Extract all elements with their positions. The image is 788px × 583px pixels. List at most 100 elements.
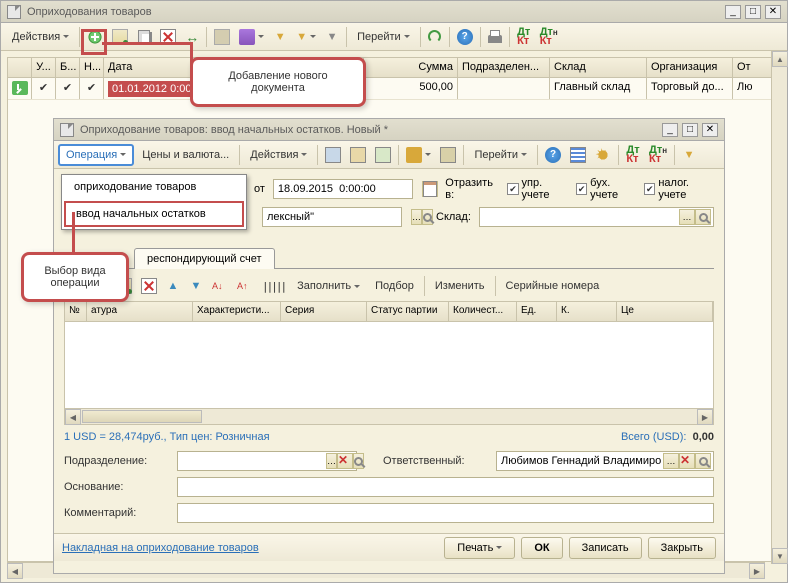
filter-tool-2[interactable]: ▼	[292, 26, 320, 48]
podr-field[interactable]: …	[177, 451, 357, 471]
barcode[interactable]: |||||	[258, 275, 289, 297]
comm-input[interactable]	[180, 507, 711, 519]
list-button[interactable]	[566, 144, 590, 166]
chk-nalog[interactable]: ✔налог. учете	[644, 177, 714, 201]
org-dots[interactable]: …	[411, 209, 422, 225]
osn-input[interactable]	[180, 481, 711, 493]
tool-3[interactable]	[371, 144, 395, 166]
fill-menu[interactable]: Заполнить	[290, 275, 367, 297]
operation-menu[interactable]: Операция	[58, 144, 134, 166]
print-menu[interactable]: Печать	[444, 537, 515, 559]
dcol-ce[interactable]: Це	[617, 302, 713, 321]
tool-1[interactable]	[321, 144, 345, 166]
outer-vscroll[interactable]: ▲ ▼	[771, 51, 787, 564]
dcol-ed[interactable]: Ед.	[517, 302, 557, 321]
refresh-button[interactable]	[424, 26, 446, 48]
close-doc-button[interactable]: Закрыть	[648, 537, 716, 559]
podr-dots[interactable]: …	[326, 453, 337, 469]
dcol-n[interactable]: №	[65, 302, 87, 321]
clear-filter[interactable]: ▼	[321, 26, 343, 48]
resp-field[interactable]: …	[496, 451, 714, 471]
dtkt-button[interactable]: ДтКт	[513, 26, 535, 48]
tool-2[interactable]	[346, 144, 370, 166]
detail-body[interactable]	[65, 322, 713, 408]
col-org[interactable]: Организация	[647, 58, 733, 77]
inner-help-button[interactable]	[541, 144, 565, 166]
actions-menu[interactable]: Действия	[5, 26, 76, 48]
print-form-link[interactable]: Накладная на оприходование товаров	[62, 542, 259, 554]
dcol-char[interactable]: Характеристи...	[193, 302, 281, 321]
col-sum[interactable]: Сумма	[364, 58, 458, 77]
sklad-dots[interactable]: …	[679, 209, 695, 225]
sklad-input[interactable]	[482, 211, 679, 223]
tool-a[interactable]	[210, 26, 234, 48]
sklad-find[interactable]	[695, 209, 711, 225]
sort-desc[interactable]: A↑	[233, 275, 257, 297]
maximize-button[interactable]: □	[745, 5, 761, 19]
podr-input[interactable]	[180, 455, 326, 467]
col-b[interactable]: Б...	[56, 58, 80, 77]
org-input[interactable]	[265, 211, 411, 223]
goto-menu[interactable]: Перейти	[350, 26, 417, 48]
calendar-button[interactable]	[422, 181, 438, 197]
gear-button[interactable]	[591, 144, 615, 166]
col-u[interactable]: У...	[32, 58, 56, 77]
podr-clear[interactable]	[337, 453, 353, 469]
chk-bukh[interactable]: ✔бух. учете	[576, 177, 636, 201]
detail-scroll-right[interactable]: ▶	[697, 409, 713, 425]
dcol-stat[interactable]: Статус партии	[367, 302, 449, 321]
prices-button[interactable]: Цены и валюта...	[135, 144, 236, 166]
row-del[interactable]	[137, 275, 161, 297]
maximize-button[interactable]: □	[682, 123, 698, 137]
col-sklad[interactable]: Склад	[550, 58, 647, 77]
serial-button[interactable]: Серийные номера	[499, 275, 607, 297]
osn-field[interactable]	[177, 477, 714, 497]
save-button[interactable]: Записать	[569, 537, 642, 559]
menu-item-vvod[interactable]: ввод начальных остатков	[64, 201, 244, 227]
row-down[interactable]: ▼	[185, 275, 207, 297]
col-icon[interactable]	[8, 58, 32, 77]
dcol-k[interactable]: К.	[557, 302, 617, 321]
date-field[interactable]	[273, 179, 413, 199]
menu-item-oprih[interactable]: оприходование товаров	[62, 175, 246, 199]
print-outer-button[interactable]	[484, 26, 506, 48]
minimize-button[interactable]: _	[662, 123, 678, 137]
close-button[interactable]: ✕	[765, 5, 781, 19]
detail-scroll-left[interactable]: ◀	[65, 409, 81, 425]
tool-5[interactable]	[436, 144, 460, 166]
resp-clear[interactable]	[679, 453, 695, 469]
col-n[interactable]: Н...	[80, 58, 104, 77]
help-button[interactable]	[453, 26, 477, 48]
resp-find[interactable]	[695, 453, 711, 469]
sklad-field[interactable]: …	[479, 207, 714, 227]
filter-tool[interactable]: ▼	[269, 26, 291, 48]
org-find[interactable]	[422, 209, 433, 225]
org-field[interactable]: …	[262, 207, 402, 227]
dtkt-nal-button[interactable]: ДтнКт	[536, 26, 562, 48]
inner-actions-menu[interactable]: Действия	[243, 144, 314, 166]
filter-inner[interactable]: ▼	[678, 144, 700, 166]
resp-dots[interactable]: …	[663, 453, 679, 469]
comm-field[interactable]	[177, 503, 714, 523]
date-tool[interactable]	[235, 26, 268, 48]
doc-based-button[interactable]	[402, 144, 435, 166]
dtkt-inner[interactable]: ДтКт	[622, 144, 644, 166]
inner-goto-menu[interactable]: Перейти	[467, 144, 534, 166]
chk-upr[interactable]: ✔упр. учете	[507, 177, 568, 201]
dcol-nom[interactable]: атура	[87, 302, 193, 321]
tab-corr-account[interactable]: респондирующий счет	[134, 248, 275, 269]
detail-scroll-thumb[interactable]	[82, 410, 202, 423]
sort-asc[interactable]: A↓	[208, 275, 232, 297]
dcol-qty[interactable]: Количест...	[449, 302, 517, 321]
dcol-ser[interactable]: Серия	[281, 302, 367, 321]
podr-find[interactable]	[353, 453, 364, 469]
select-button[interactable]: Подбор	[368, 275, 421, 297]
ok-button[interactable]: ОК	[521, 537, 562, 559]
row-up[interactable]: ▲	[162, 275, 184, 297]
minimize-button[interactable]: _	[725, 5, 741, 19]
col-podr[interactable]: Подразделен...	[458, 58, 550, 77]
resp-input[interactable]	[499, 455, 663, 467]
dtkt-nal-inner[interactable]: ДтнКт	[645, 144, 671, 166]
grid-row[interactable]: ✔ ✔ ✔ 01.01.2012 0:00 500,00 Главный скл…	[8, 78, 780, 100]
change-button[interactable]: Изменить	[428, 275, 492, 297]
